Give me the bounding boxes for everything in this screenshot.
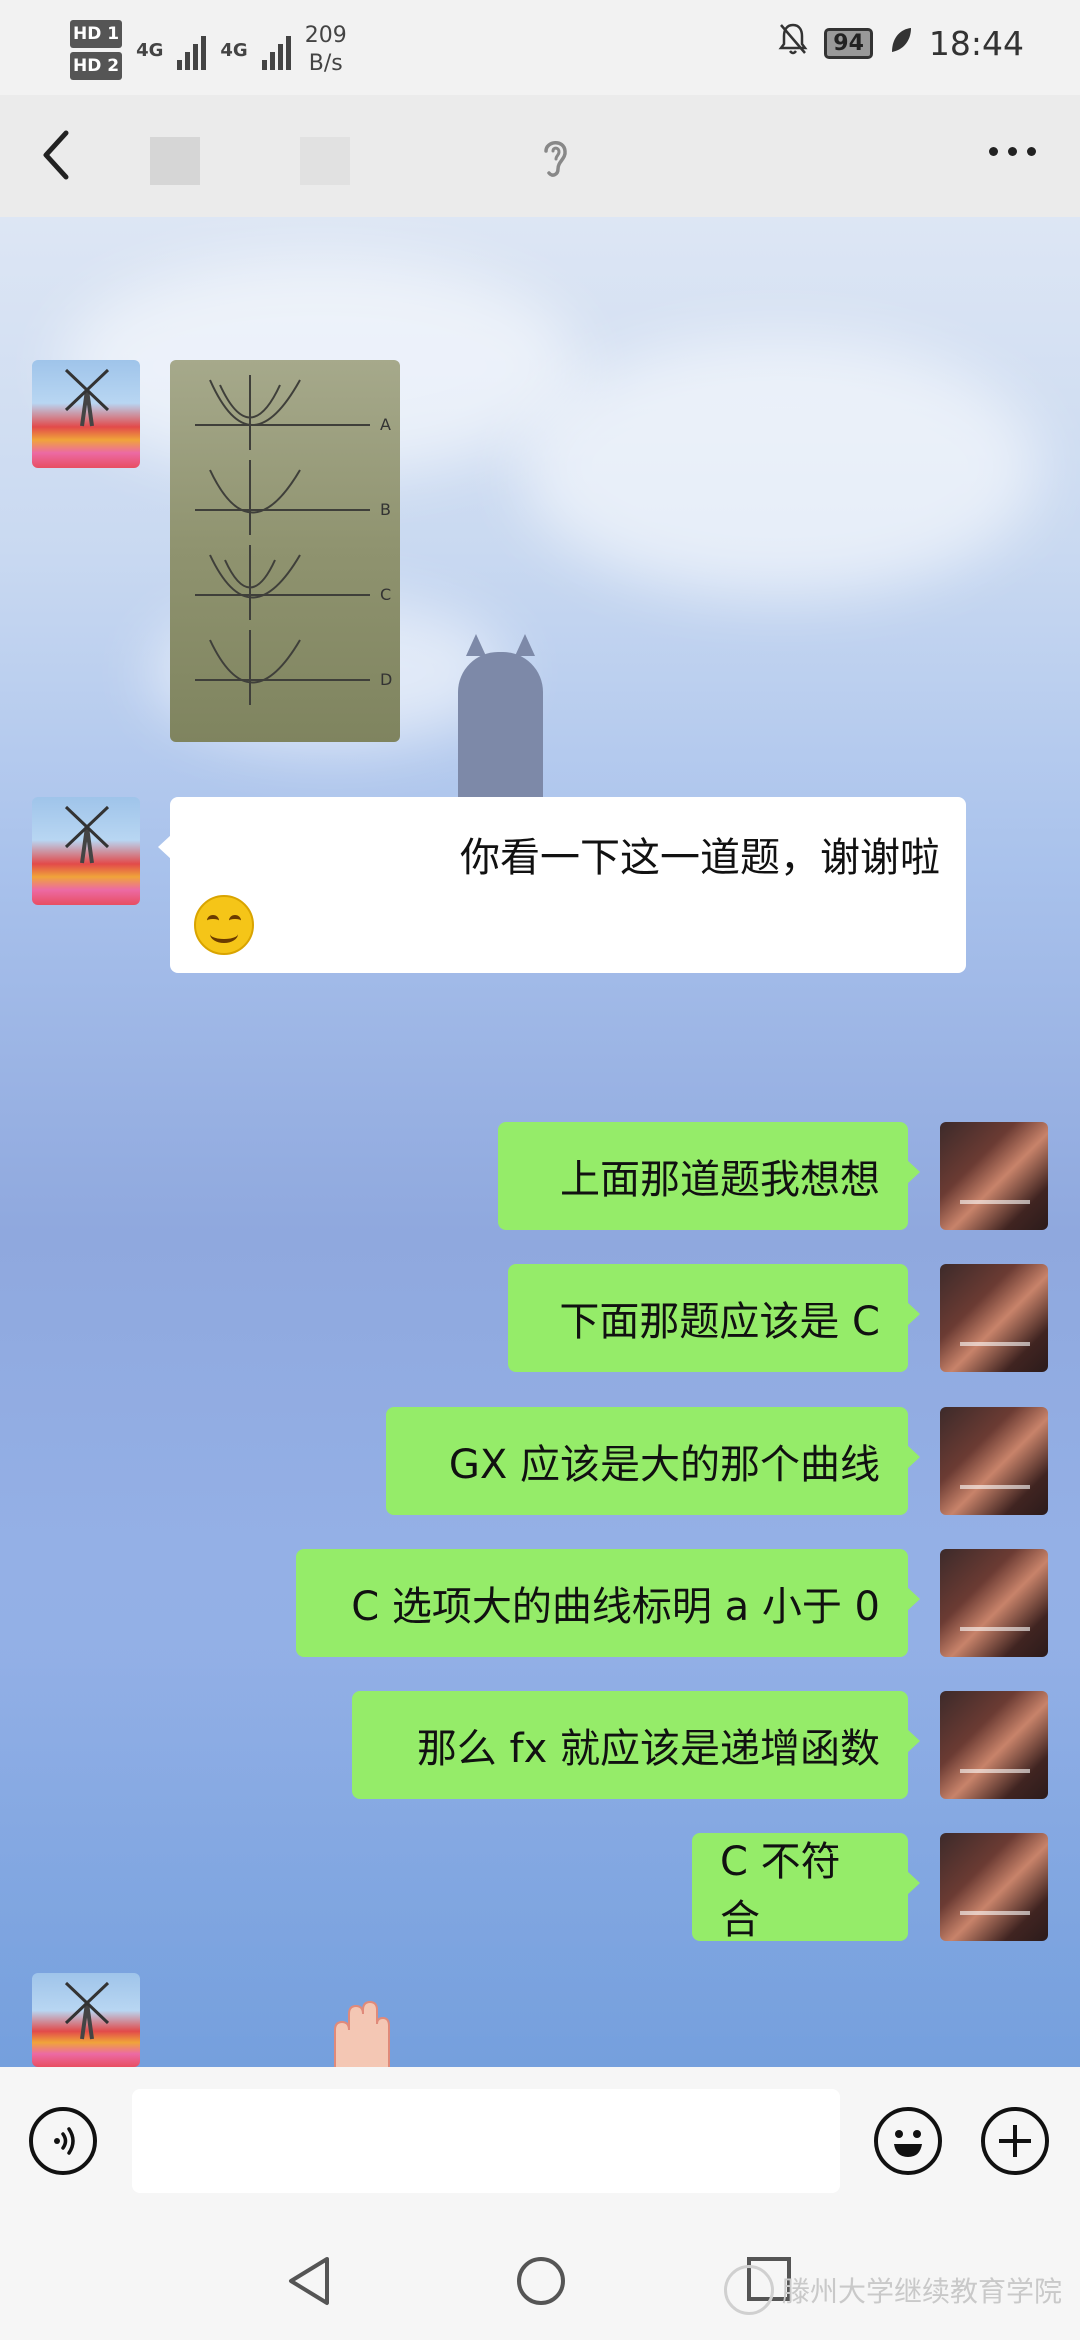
- status-bar: HD 1 HD 2 4G 4G 209 B/s 94 18:44: [0, 0, 1080, 95]
- hd2-badge: HD 2: [70, 52, 123, 80]
- watermark-seal-icon: [723, 2265, 774, 2315]
- chat-title-bar: [0, 95, 1080, 217]
- photo-option-d: D: [380, 670, 392, 689]
- incoming-message-text: 你看一下这一道题，谢谢啦: [460, 835, 940, 881]
- outgoing-message[interactable]: C 选项大的曲线标明 a 小于 0: [296, 1549, 920, 1657]
- outgoing-message-text: C 选项大的曲线标明 a 小于 0: [351, 1584, 880, 1630]
- photo-option-c: C: [380, 585, 391, 604]
- emoji-button[interactable]: [874, 2107, 942, 2175]
- plus-icon: [999, 2125, 1031, 2157]
- outgoing-message-text: 下面那题应该是 C: [559, 1299, 880, 1345]
- hd-indicator: HD 1 HD 2: [70, 18, 123, 82]
- network-type-2: 4G: [220, 39, 248, 61]
- voice-input-button[interactable]: [29, 2107, 97, 2175]
- photo-option-b: B: [380, 500, 391, 519]
- outgoing-message[interactable]: GX 应该是大的那个曲线: [386, 1407, 920, 1515]
- outgoing-message[interactable]: 下面那题应该是 C: [508, 1264, 920, 1372]
- outgoing-message-text: GX 应该是大的那个曲线: [448, 1442, 880, 1488]
- contact-avatar[interactable]: [32, 1973, 140, 2067]
- voice-icon: [54, 2127, 75, 2155]
- network-type-1: 4G: [136, 39, 164, 61]
- my-avatar[interactable]: [940, 1691, 1048, 1799]
- outgoing-message[interactable]: 上面那道题我想想: [498, 1122, 920, 1230]
- network-speed: 209 B/s: [305, 22, 347, 78]
- my-avatar[interactable]: [940, 1264, 1048, 1372]
- outgoing-message-text: 上面那道题我想想: [560, 1157, 880, 1203]
- outgoing-message-text: 那么 fx 就应该是递增函数: [416, 1726, 880, 1772]
- back-arrow-icon[interactable]: [38, 125, 78, 185]
- my-avatar[interactable]: [940, 1407, 1048, 1515]
- speed-unit: B/s: [308, 51, 343, 76]
- speed-value: 209: [304, 23, 347, 48]
- watermark: 滕州大学继续教育学院: [723, 2265, 1062, 2315]
- my-avatar[interactable]: [940, 1122, 1048, 1230]
- outgoing-message-text: C 不符合: [720, 1839, 841, 1943]
- outgoing-message[interactable]: C 不符合: [692, 1833, 920, 1943]
- signal-bars-2-icon: [261, 30, 291, 70]
- image-message-math-problem[interactable]: A B C D: [170, 360, 400, 742]
- contact-name-blurred: [150, 137, 200, 185]
- smile-emoji-icon: [194, 895, 254, 955]
- my-avatar[interactable]: [940, 1549, 1048, 1657]
- battery-level: 94: [824, 27, 873, 59]
- clock: 18:44: [928, 23, 1024, 63]
- hd1-badge: HD 1: [70, 20, 123, 48]
- outgoing-message[interactable]: 那么 fx 就应该是递增函数: [352, 1691, 920, 1799]
- photo-option-a: A: [380, 415, 391, 434]
- smiley-face-icon: [894, 2130, 922, 2157]
- contact-name-blurred-2: [300, 137, 350, 185]
- message-input[interactable]: [132, 2089, 840, 2193]
- earpiece-mode-icon: [544, 141, 567, 177]
- watermark-text: 滕州大学继续教育学院: [781, 2275, 1062, 2308]
- more-options-icon[interactable]: [989, 147, 1036, 156]
- contact-avatar[interactable]: [32, 360, 140, 468]
- system-navigation-bar: 滕州大学继续教育学院: [0, 2217, 1080, 2340]
- more-functions-button[interactable]: [981, 2107, 1049, 2175]
- signal-bars-1-icon: [177, 30, 207, 70]
- my-avatar[interactable]: [940, 1833, 1048, 1941]
- nav-back-triangle-icon[interactable]: [285, 2255, 333, 2307]
- contact-avatar[interactable]: [32, 797, 140, 905]
- leaf-icon: [889, 24, 913, 63]
- incoming-message[interactable]: 你看一下这一道题，谢谢啦: [158, 797, 966, 973]
- chat-message-area[interactable]: A B C D 你看一下这一道题，谢谢啦 上面那道题我想想 下面那题应该是 C …: [0, 217, 1080, 2067]
- waving-hand-emoji-icon: [334, 2000, 390, 2067]
- input-bar: [0, 2067, 1080, 2217]
- nav-home-circle-icon[interactable]: [515, 2255, 567, 2307]
- mute-bell-icon: [778, 22, 808, 64]
